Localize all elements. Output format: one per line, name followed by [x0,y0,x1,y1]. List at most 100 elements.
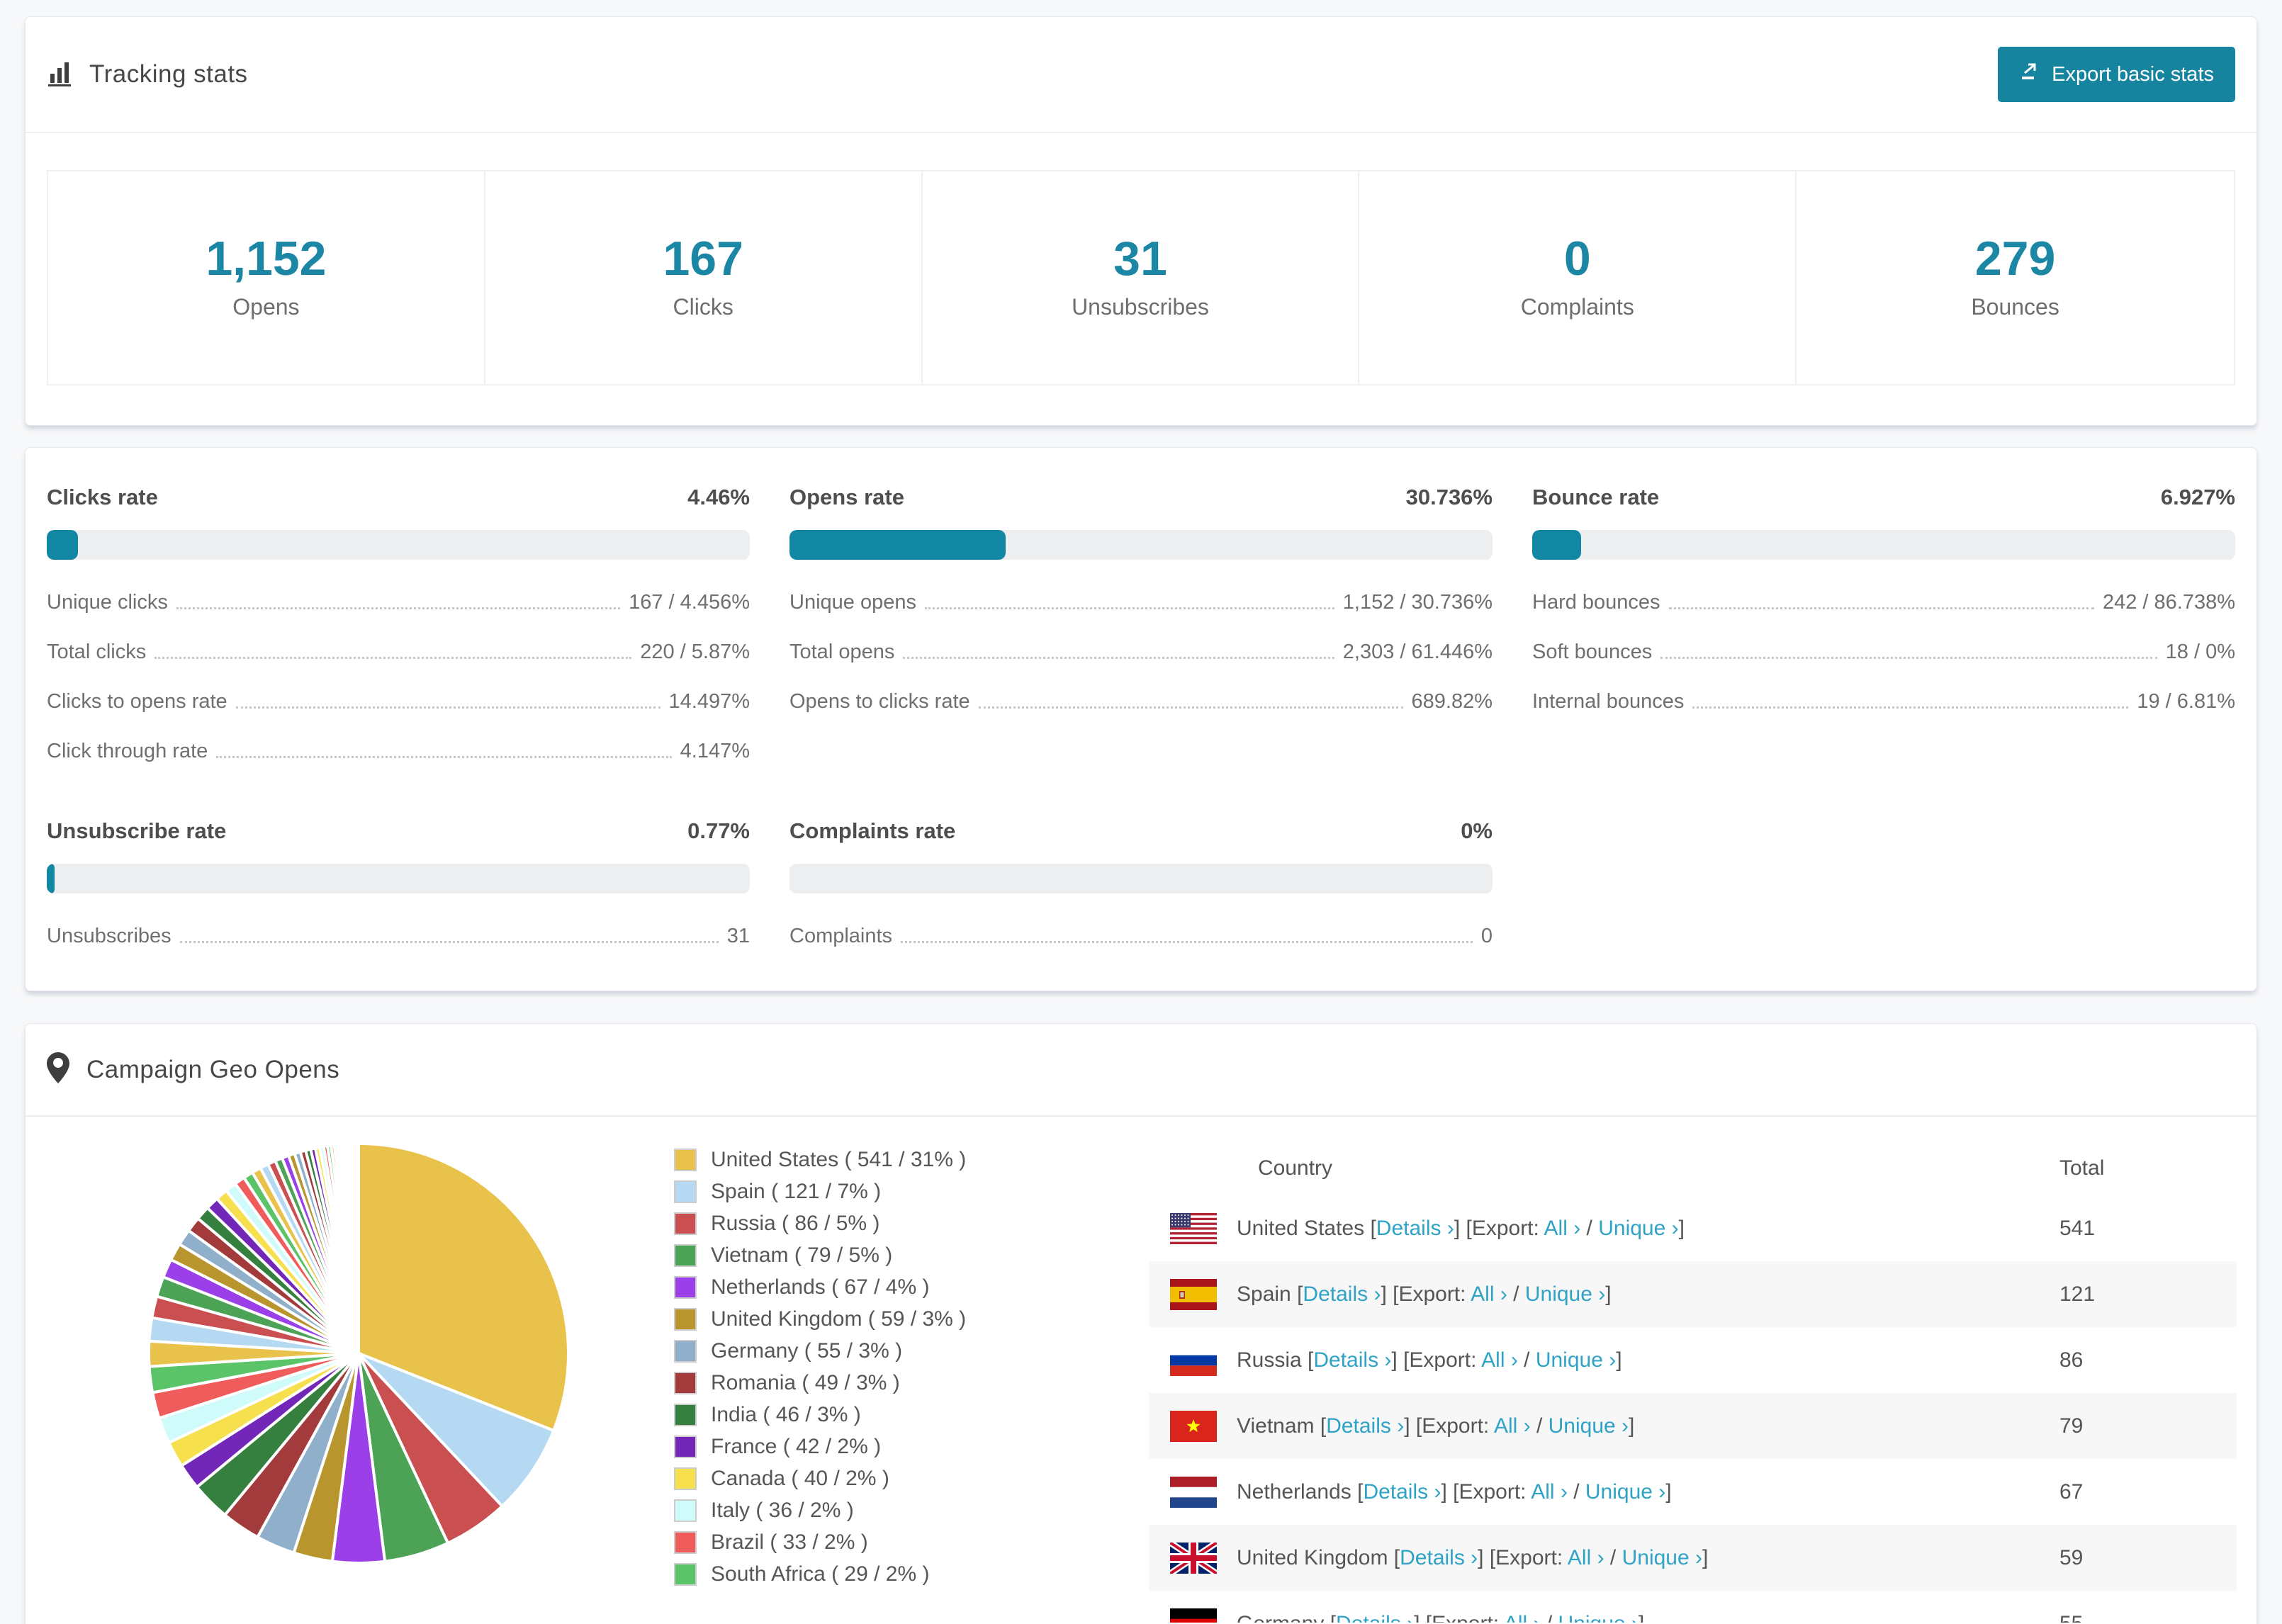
page: Tracking stats Export basic stats 1,152 … [0,0,2282,1624]
rate-value: 6.927% [2160,485,2235,510]
flag-icon-es [1170,1278,1217,1310]
dotted-leader [978,706,1403,709]
export-all-link[interactable]: All › [1504,1612,1541,1623]
rate-detail-row: Complaints 0 [789,925,1493,948]
flag-icon-gb [1170,1542,1217,1574]
rates-grid: Clicks rate 4.46% Unique clicks 167 / 4.… [47,485,2235,948]
export-icon [2019,61,2040,88]
legend-swatch [674,1563,697,1586]
rate-detail-row: Total clicks 220 / 5.87% [47,641,750,664]
total-cell: 55 [2059,1612,2237,1623]
total-cell: 86 [2059,1348,2084,1372]
export-all-link[interactable]: All › [1531,1480,1568,1504]
flag-icon-de [1170,1608,1217,1623]
dotted-leader [154,657,632,660]
legend-swatch [674,1372,697,1395]
stats-strip: 1,152 Opens 167 Clicks 31 Unsubscribes 0 Co… [47,170,2235,386]
stat-value: 0 [1563,232,1591,286]
flag-icon-us [1170,1212,1217,1244]
export-all-link[interactable]: All › [1544,1217,1581,1240]
country-row-gb: United Kingdom [Details ›] [Export: All … [1149,1525,2237,1591]
country-row-es: Spain [Details ›] [Export: All › / Uniqu… [1149,1261,2237,1328]
export-all-link[interactable]: All › [1494,1414,1531,1438]
stat-box-unsubscribes: 31 Unsubscribes [923,171,1360,385]
legend-swatch [674,1276,697,1299]
rate-detail-row: Internal bounces 19 / 6.81% [1532,690,2235,714]
export-unique-link[interactable]: Unique › [1558,1612,1639,1623]
rate-section-unsubscribe-rate: Unsubscribe rate 0.77% Unsubscribes 31 [47,818,750,948]
legend-label: Canada ( 40 / 2% ) [711,1467,889,1491]
stat-value: 31 [1113,232,1167,286]
stat-label: Opens [232,294,300,320]
geo-opens-title: Campaign Geo Opens [86,1055,340,1083]
country-cell: Russia [Details ›] [Export: All › / Uniq… [1237,1348,1622,1372]
tracking-stats-card: Tracking stats Export basic stats 1,152 … [25,16,2257,427]
rate-value: 0% [1461,818,1493,844]
export-all-link[interactable]: All › [1568,1546,1604,1569]
stat-label: Bounces [1971,294,2059,320]
rates-card: Clicks rate 4.46% Unique clicks 167 / 4.… [25,447,2257,992]
legend-item-spain: Spain ( 121 / 7% ) [674,1180,1071,1204]
details-link[interactable]: Details › [1376,1217,1454,1240]
details-link[interactable]: Details › [1326,1414,1404,1438]
export-unique-link[interactable]: Unique › [1622,1546,1702,1569]
legend-item-united-kingdom: United Kingdom ( 59 / 3% ) [674,1307,1071,1331]
total-cell: 541 [2059,1216,2096,1240]
legend-item-netherlands: Netherlands ( 67 / 4% ) [674,1275,1071,1299]
legend-swatch [674,1244,697,1268]
geo-table-header: Country Total [1149,1141,2237,1195]
legend-item-united-states: United States ( 541 / 31% ) [674,1148,1071,1172]
legend-item-canada: Canada ( 40 / 2% ) [674,1467,1071,1491]
export-all-link[interactable]: All › [1481,1348,1518,1372]
details-link[interactable]: Details › [1313,1348,1391,1372]
stat-value: 1,152 [206,232,327,286]
stat-box-opens: 1,152 Opens [48,171,485,385]
rate-detail-row: Clicks to opens rate 14.497% [47,690,750,714]
legend-swatch [674,1467,697,1491]
country-row-nl: Netherlands [Details ›] [Export: All › /… [1149,1459,2237,1525]
legend-label: France ( 42 / 2% ) [711,1435,882,1459]
rate-detail-row: Total opens 2,303 / 61.446% [789,641,1493,664]
legend-item-india: India ( 46 / 3% ) [674,1403,1071,1427]
geo-country-table: Country Total United States [Details ›] … [1149,1141,2237,1623]
legend-label: India ( 46 / 3% ) [711,1403,861,1427]
total-column-header: Total [2059,1156,2105,1180]
geo-pie-chart [47,1141,571,1566]
rate-section-bounce-rate: Bounce rate 6.927% Hard bounces 242 / 86… [1532,485,2235,763]
export-unique-link[interactable]: Unique › [1548,1414,1629,1438]
details-link[interactable]: Details › [1363,1480,1441,1504]
stat-label: Complaints [1520,294,1634,320]
details-link[interactable]: Details › [1400,1546,1478,1569]
legend-item-germany: Germany ( 55 / 3% ) [674,1339,1071,1363]
rate-title: Opens rate [789,485,904,510]
dotted-leader [216,756,672,759]
rate-title: Bounce rate [1532,485,1660,510]
export-basic-stats-button[interactable]: Export basic stats [1998,47,2235,102]
legend-label: Romania ( 49 / 3% ) [711,1371,900,1395]
bar-chart-icon [47,60,74,90]
legend-item-vietnam: Vietnam ( 79 / 5% ) [674,1244,1071,1268]
rate-value: 0.77% [687,818,750,844]
flag-icon-ru [1170,1344,1217,1376]
details-link[interactable]: Details › [1303,1282,1381,1306]
legend-item-russia: Russia ( 86 / 5% ) [674,1212,1071,1236]
details-link[interactable]: Details › [1336,1612,1414,1623]
legend-label: South Africa ( 29 / 2% ) [711,1562,930,1586]
legend-swatch [674,1149,697,1172]
rate-section-opens-rate: Opens rate 30.736% Unique opens 1,152 / … [789,485,1493,763]
legend-label: Spain ( 121 / 7% ) [711,1180,882,1204]
country-row-us: United States [Details ›] [Export: All ›… [1149,1195,2237,1261]
export-unique-link[interactable]: Unique › [1598,1217,1678,1240]
progress-bar [47,864,750,894]
legend-label: Brazil ( 33 / 2% ) [711,1530,868,1555]
export-unique-link[interactable]: Unique › [1585,1480,1665,1504]
rate-detail-row: Unsubscribes 31 [47,925,750,948]
legend-swatch [674,1212,697,1236]
export-unique-link[interactable]: Unique › [1525,1282,1605,1306]
dotted-leader [235,706,661,709]
export-unique-link[interactable]: Unique › [1536,1348,1616,1372]
legend-swatch [674,1436,697,1459]
country-column-header: Country [1258,1156,1333,1180]
export-all-link[interactable]: All › [1471,1282,1507,1306]
total-cell: 121 [2059,1282,2096,1306]
